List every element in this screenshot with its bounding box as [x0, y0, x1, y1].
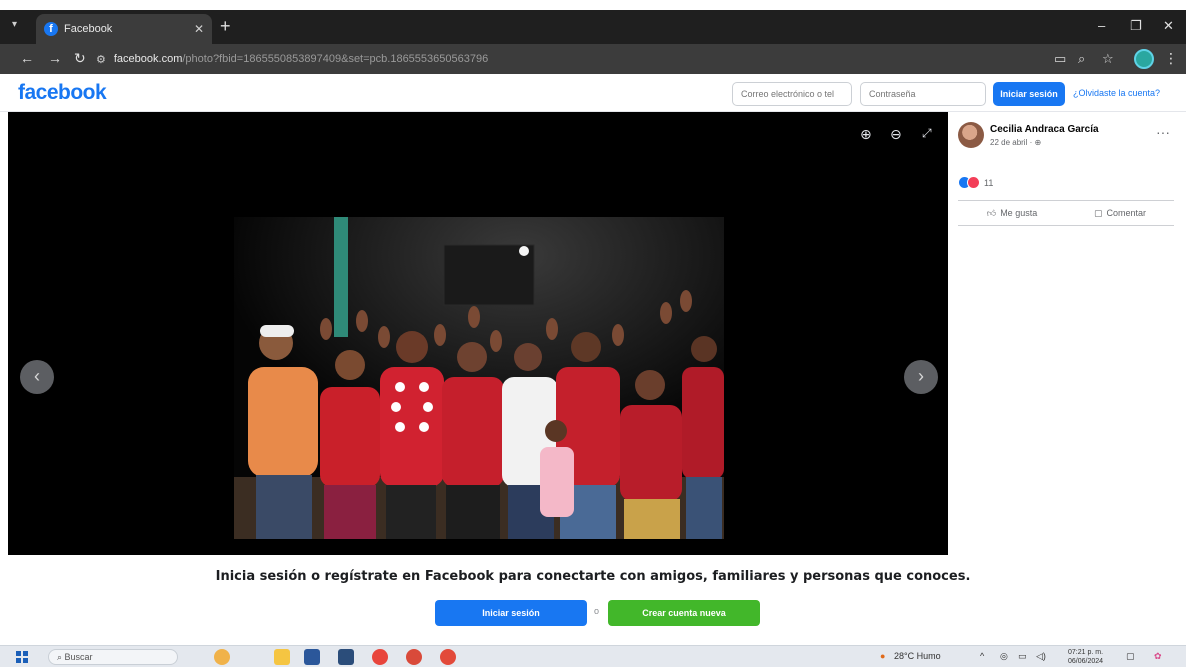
zoom-icon[interactable]: ⌕ [1078, 51, 1085, 67]
profile-avatar[interactable] [1134, 49, 1154, 69]
reactions-count: 11 [984, 177, 994, 188]
header-login-button[interactable]: Iniciar sesión [993, 82, 1065, 106]
taskbar-search-label: Buscar [64, 652, 93, 662]
browser-toolbar: ← → ↻ ⚙ facebook.com/photo?fbid=18655508… [0, 44, 1186, 74]
bookmark-star-icon[interactable]: ☆ [1102, 51, 1114, 67]
post-photo [234, 217, 724, 539]
browser-menu-icon[interactable]: ⋮ [1164, 50, 1178, 67]
thumbs-up-icon: 👍︎ [986, 207, 997, 218]
author-avatar[interactable] [958, 122, 984, 148]
post-date: 22 de abril · ⊕ [990, 138, 1041, 147]
widgets-icon[interactable] [214, 649, 230, 665]
browser-tab-bar: ▾ f Facebook ✕ + – ❐ ✕ [0, 10, 1186, 44]
network-icon[interactable]: ◎ [1000, 651, 1008, 662]
tab-search-chevron-icon[interactable]: ▾ [12, 19, 17, 30]
back-icon[interactable]: ← [20, 50, 34, 66]
chrome-icon[interactable] [372, 649, 388, 665]
weather-text[interactable]: 28°C Humo [894, 651, 941, 661]
tray-chevron-icon[interactable]: ^ [980, 651, 984, 661]
taskbar-clock[interactable]: 07:21 p. m. 06/06/2024 [1068, 648, 1103, 666]
password-field[interactable] [860, 82, 986, 106]
reactions-summary[interactable]: 11 [958, 176, 993, 189]
chrome-profile-icon[interactable] [406, 649, 422, 665]
restore-icon[interactable]: ❐ [1130, 18, 1142, 34]
next-photo-button[interactable]: › [904, 360, 938, 394]
browser-tab[interactable]: f Facebook ✕ [36, 14, 212, 44]
taskbar-search[interactable]: ⌕ Buscar [48, 649, 178, 665]
forward-icon[interactable]: → [48, 50, 62, 66]
post-actions: 👍︎ Me gusta ▢ Comentar [958, 200, 1174, 226]
file-explorer-icon[interactable] [274, 649, 290, 665]
windows-start-icon[interactable] [16, 651, 28, 663]
reload-icon[interactable]: ↻ [74, 50, 86, 67]
zoom-out-icon[interactable]: ⊖ [890, 126, 902, 143]
like-label: Me gusta [1000, 208, 1038, 218]
word-icon[interactable] [304, 649, 320, 665]
minimize-icon[interactable]: – [1098, 18, 1105, 33]
clock-time: 07:21 p. m. [1068, 649, 1104, 656]
new-tab-icon[interactable]: + [220, 16, 231, 37]
fullscreen-icon[interactable]: ⤢ [922, 126, 932, 141]
cast-icon[interactable]: ▭ [1054, 51, 1066, 67]
like-button[interactable]: 👍︎ Me gusta [958, 201, 1066, 225]
tab-title: Facebook [64, 23, 113, 35]
love-reaction-icon [967, 176, 980, 189]
zoom-in-icon[interactable]: ⊕ [860, 126, 872, 143]
facebook-logo[interactable]: facebook [18, 81, 107, 105]
prompt-login-button[interactable]: Iniciar sesión [435, 600, 587, 626]
url-host: facebook.com [113, 53, 183, 65]
tab-close-icon[interactable]: ✕ [194, 22, 204, 36]
email-field[interactable] [732, 82, 852, 106]
public-globe-icon: ⊕ [1034, 138, 1042, 147]
post-date-text: 22 de abril · [990, 138, 1035, 147]
comment-button[interactable]: ▢ Comentar [1066, 201, 1174, 225]
photos-icon[interactable] [338, 649, 354, 665]
screen: ▾ f Facebook ✕ + – ❐ ✕ ← → ↻ ⚙ facebook.… [0, 0, 1186, 667]
weather-icon: ● [880, 651, 886, 661]
chrome-alt-icon[interactable] [440, 649, 456, 665]
clock-date: 06/06/2024 [1068, 658, 1104, 665]
login-prompt-text: Inicia sesión o regístrate en Facebook p… [215, 569, 971, 584]
facebook-header: facebook Iniciar sesión ¿Olvidaste la cu… [0, 74, 1186, 112]
post-side-panel: Cecilia Andraca García 22 de abril · ⊕ ·… [948, 112, 1186, 555]
copilot-icon[interactable]: ✿ [1154, 651, 1162, 662]
comment-icon: ▢ [1093, 207, 1103, 218]
facebook-favicon-icon: f [44, 22, 58, 36]
display-icon[interactable]: ▭ [1018, 651, 1027, 662]
more-options-icon[interactable]: ··· [1156, 124, 1170, 140]
address-bar[interactable]: ⚙ facebook.com/photo?fbid=18655508538974… [96, 48, 1036, 70]
window-close-icon[interactable]: ✕ [1163, 18, 1174, 34]
windows-taskbar: ⌕ Buscar ● 28°C Humo ^ ◎ ▭ ◁) 07:21 p. m… [0, 645, 1186, 667]
photo-viewer: ⊕ ⊖ ⤢ ‹ › [8, 112, 948, 555]
or-separator: o [594, 606, 600, 616]
post-author[interactable]: Cecilia Andraca García [990, 124, 1099, 135]
comment-label: Comentar [1106, 208, 1147, 218]
previous-photo-button[interactable]: ‹ [20, 360, 54, 394]
site-settings-icon[interactable]: ⚙ [96, 53, 106, 66]
url-path: /photo?fbid=1865550853897409&set=pcb.186… [182, 53, 489, 65]
create-account-button[interactable]: Crear cuenta nueva [608, 600, 760, 626]
forgot-account-link[interactable]: ¿Olvidaste la cuenta? [1073, 88, 1160, 98]
notifications-icon[interactable]: ▢ [1126, 651, 1135, 662]
volume-icon[interactable]: ◁) [1036, 651, 1046, 662]
